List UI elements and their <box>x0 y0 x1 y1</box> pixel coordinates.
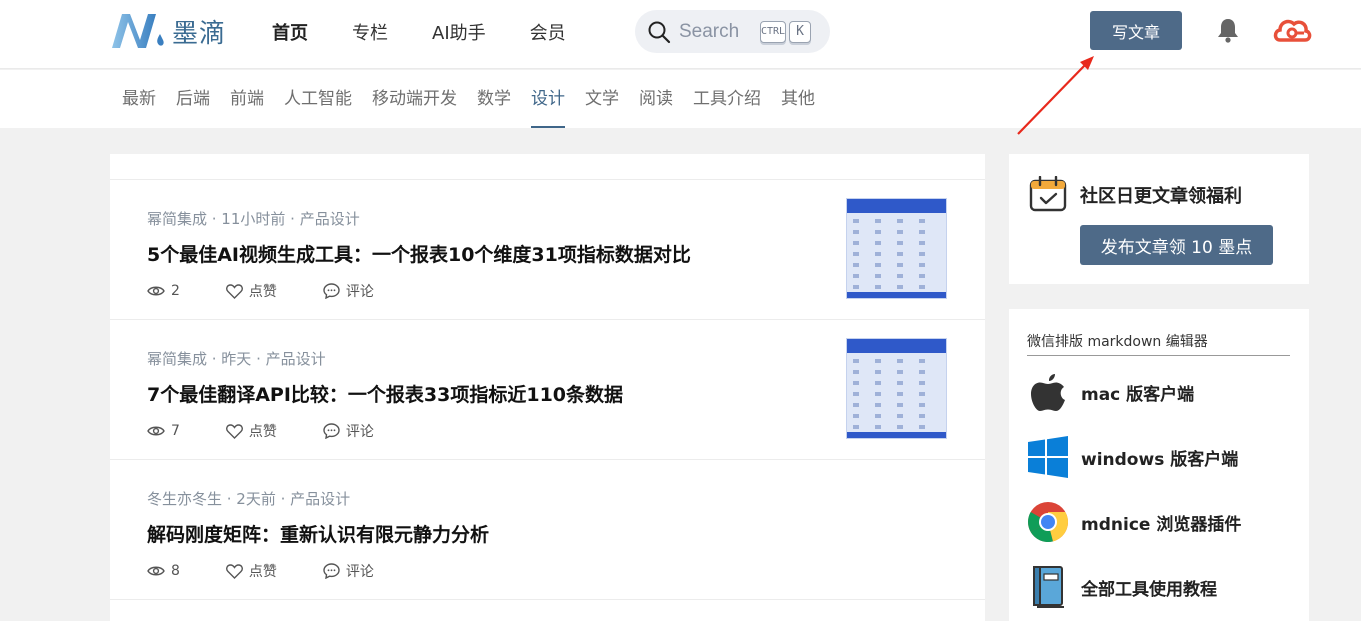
comment-button[interactable]: 评论 <box>323 421 374 441</box>
thumb-header-bar <box>847 339 946 353</box>
article-meta: 幂简集成 · 11小时前 · 产品设计 <box>147 210 360 228</box>
thumb-table-preview <box>853 219 940 298</box>
like-button[interactable]: 点赞 <box>225 561 277 581</box>
like-button[interactable]: 点赞 <box>225 281 277 301</box>
nav-membership[interactable]: 会员 <box>530 19 566 45</box>
tab-literature[interactable]: 文学 <box>585 70 619 128</box>
tab-backend[interactable]: 后端 <box>176 70 210 128</box>
tab-mobile[interactable]: 移动端开发 <box>372 70 457 128</box>
nav-ai-assistant[interactable]: AI助手 <box>432 19 486 45</box>
tool-windows-client[interactable]: windows 版客户端 <box>1027 436 1238 478</box>
tool-mac-client[interactable]: mac 版客户端 <box>1027 371 1194 413</box>
tool-label: windows 版客户端 <box>1081 449 1239 470</box>
comment-icon <box>323 283 340 299</box>
apple-icon <box>1027 371 1069 413</box>
write-article-button[interactable]: 写文章 <box>1090 11 1182 50</box>
comment-icon <box>323 423 340 439</box>
view-count-value: 2 <box>171 283 180 299</box>
nav-columns[interactable]: 专栏 <box>352 19 388 45</box>
comment-button[interactable]: 评论 <box>323 281 374 301</box>
comment-label: 评论 <box>345 564 374 580</box>
view-count: 2 <box>147 283 180 299</box>
windows-icon <box>1027 436 1069 478</box>
search-icon <box>648 21 671 43</box>
daily-post-promo-card: 社区日更文章领福利 发布文章领 10 墨点 <box>1009 154 1309 284</box>
editor-tools-card: 微信排版 markdown 编辑器 mac 版客户端 windows 版客户端 <box>1009 309 1309 621</box>
article-title[interactable]: 7个最佳翻译API比较：一个报表33项指标近110条数据 <box>147 380 623 407</box>
like-label: 点赞 <box>248 564 277 580</box>
view-count-value: 8 <box>171 563 180 579</box>
logo-icon <box>112 14 164 48</box>
tab-frontend[interactable]: 前端 <box>230 70 264 128</box>
thumb-table-preview <box>853 359 940 438</box>
article-meta: 幂简集成 · 昨天 · 产品设计 <box>147 350 326 368</box>
thumb-footer-bar <box>847 432 946 438</box>
thumb-footer-bar <box>847 292 946 298</box>
eye-icon <box>147 426 165 436</box>
tool-browser-plugin[interactable]: mdnice 浏览器插件 <box>1027 501 1241 543</box>
search-box[interactable]: CTRL K <box>635 10 830 53</box>
tab-latest[interactable]: 最新 <box>122 70 156 128</box>
heart-icon <box>225 563 243 579</box>
shortcut-k-key: K <box>789 20 811 43</box>
top-header: 墨滴 首页 专栏 AI助手 会员 CTRL K 写文章 <box>0 0 1361 69</box>
feed-top-divider <box>110 154 985 180</box>
category-bar: 最新 后端 前端 人工智能 移动端开发 数学 设计 文学 阅读 工具介绍 其他 <box>0 70 1361 128</box>
calendar-check-icon <box>1029 176 1067 212</box>
promo-title: 社区日更文章领福利 <box>1080 186 1242 207</box>
article-thumbnail[interactable] <box>846 338 947 439</box>
publish-article-reward-button[interactable]: 发布文章领 10 墨点 <box>1080 225 1273 265</box>
article-stats: 8 点赞 评论 <box>147 561 420 581</box>
shortcut-ctrl-key: CTRL <box>760 20 786 43</box>
tab-reading[interactable]: 阅读 <box>639 70 673 128</box>
chrome-icon <box>1027 501 1069 543</box>
view-count: 8 <box>147 563 180 579</box>
site-logo[interactable]: 墨滴 <box>110 12 226 50</box>
article-stats: 7 点赞 评论 <box>147 421 420 441</box>
like-label: 点赞 <box>248 424 277 440</box>
tool-label: mdnice 浏览器插件 <box>1081 514 1242 535</box>
article-stats: 2 点赞 评论 <box>147 281 420 301</box>
article-thumbnail[interactable] <box>846 198 947 299</box>
article-item[interactable]: 冬生亦冬生 · 2天前 · 产品设计 解码刚度矩阵：重新认识有限元静力分析 8 … <box>110 460 985 600</box>
article-feed: 幂简集成 · 11小时前 · 产品设计 5个最佳AI视频生成工具：一个报表10个… <box>110 154 985 621</box>
view-count-value: 7 <box>171 423 180 439</box>
book-icon <box>1027 566 1069 608</box>
logo-text: 墨滴 <box>172 18 227 49</box>
eye-icon <box>147 286 165 296</box>
tool-label: 全部工具使用教程 <box>1081 579 1217 600</box>
like-label: 点赞 <box>248 284 277 300</box>
article-title[interactable]: 解码刚度矩阵：重新认识有限元静力分析 <box>147 520 489 547</box>
tab-other[interactable]: 其他 <box>781 70 815 128</box>
thumb-header-bar <box>847 199 946 213</box>
category-tabs: 最新 后端 前端 人工智能 移动端开发 数学 设计 文学 阅读 工具介绍 其他 <box>112 70 825 128</box>
comment-label: 评论 <box>345 424 374 440</box>
article-title[interactable]: 5个最佳AI视频生成工具：一个报表10个维度31项指标数据对比 <box>147 240 691 267</box>
bell-icon[interactable] <box>1214 16 1242 44</box>
tab-math[interactable]: 数学 <box>477 70 511 128</box>
view-count: 7 <box>147 423 180 439</box>
tool-tutorials[interactable]: 全部工具使用教程 <box>1027 566 1217 608</box>
heart-icon <box>225 283 243 299</box>
heart-icon <box>225 423 243 439</box>
like-button[interactable]: 点赞 <box>225 421 277 441</box>
eye-icon <box>147 566 165 576</box>
tab-tools[interactable]: 工具介绍 <box>693 70 761 128</box>
tab-ai[interactable]: 人工智能 <box>284 70 352 128</box>
main-nav: 首页 专栏 AI助手 会员 <box>250 0 588 64</box>
article-meta: 冬生亦冬生 · 2天前 · 产品设计 <box>147 490 351 508</box>
article-item[interactable]: 幂简集成 · 昨天 · 产品设计 7个最佳翻译API比较：一个报表33项指标近1… <box>110 320 985 460</box>
comment-button[interactable]: 评论 <box>323 561 374 581</box>
comment-icon <box>323 563 340 579</box>
nav-home[interactable]: 首页 <box>272 19 308 45</box>
tools-heading: 微信排版 markdown 编辑器 <box>1027 331 1290 356</box>
cloud-avatar-icon[interactable] <box>1272 14 1312 50</box>
comment-label: 评论 <box>345 284 374 300</box>
tool-label: mac 版客户端 <box>1081 384 1195 405</box>
search-input[interactable] <box>679 20 757 43</box>
article-item[interactable]: 幂简集成 · 11小时前 · 产品设计 5个最佳AI视频生成工具：一个报表10个… <box>110 180 985 320</box>
tab-design[interactable]: 设计 <box>531 70 565 128</box>
